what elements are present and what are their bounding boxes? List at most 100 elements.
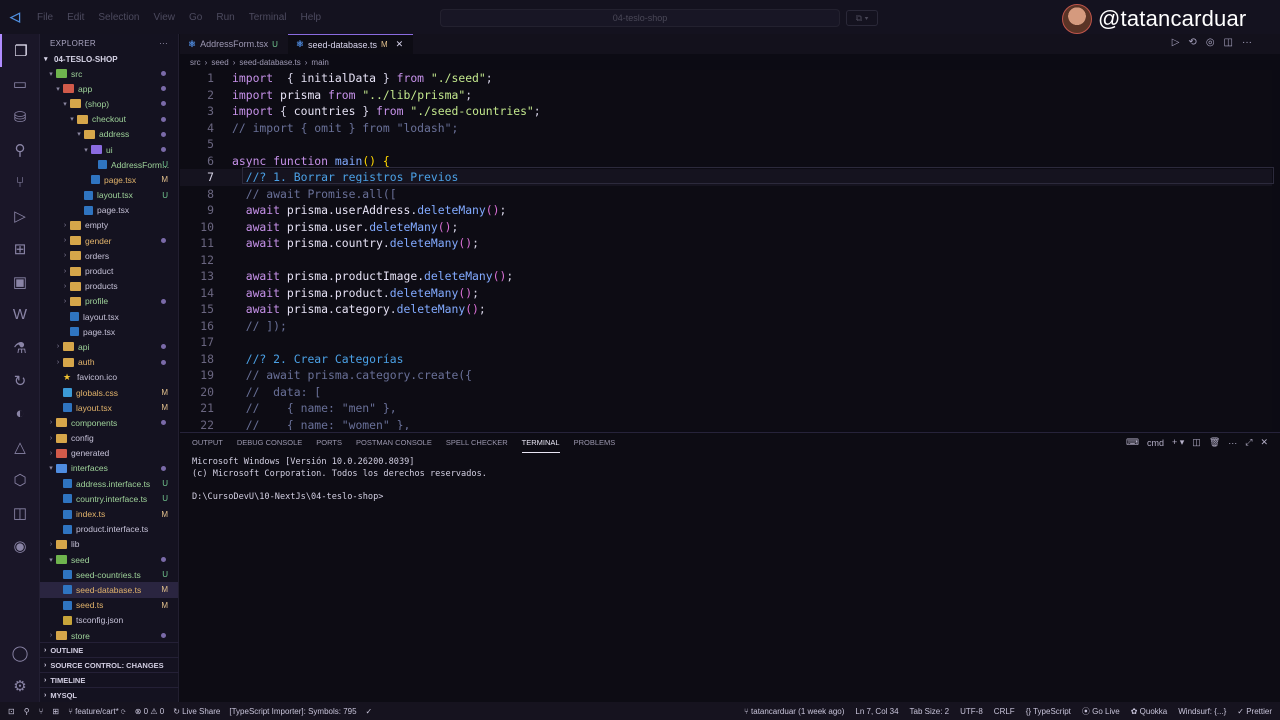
menu-item-selection[interactable]: Selection	[91, 12, 146, 23]
code-line[interactable]: 10 await prisma.user.deleteMany();	[180, 219, 1272, 236]
code-line[interactable]: 2 import prisma from "../lib/prisma";	[180, 87, 1272, 104]
tree-item[interactable]: › lib	[40, 537, 178, 552]
split-editor-icon[interactable]: ◫	[1224, 37, 1233, 48]
tree-item[interactable]: ▾ app	[40, 81, 178, 96]
tree-item[interactable]: layout.tsx	[40, 309, 178, 324]
tree-item[interactable]: › components	[40, 415, 178, 430]
tree-item[interactable]: AddressForm... U	[40, 157, 178, 172]
kill-terminal-icon[interactable]: 🗑	[1209, 437, 1220, 448]
more-actions-icon[interactable]: ···	[159, 39, 168, 48]
tree-item[interactable]: › auth	[40, 355, 178, 370]
tree-item[interactable]: ▾ address	[40, 127, 178, 142]
testing-icon[interactable]: ⚗	[0, 331, 40, 364]
compare-icon[interactable]: ◎	[1206, 37, 1215, 48]
remote-icon[interactable]: ⊡	[8, 707, 15, 716]
account-icon[interactable]: ◯	[0, 636, 40, 669]
tree-item[interactable]: layout.tsx U	[40, 188, 178, 203]
search-icon[interactable]: ⚲	[24, 707, 30, 716]
live-share-icon[interactable]: ↻	[0, 364, 40, 397]
code-line[interactable]: 22 // { name: "women" },	[180, 417, 1272, 430]
code-line[interactable]: 20 // data: [	[180, 384, 1272, 401]
tree-item[interactable]: country.interface.ts U	[40, 491, 178, 506]
tree-item[interactable]: › gender	[40, 233, 178, 248]
tree-item[interactable]: › products	[40, 279, 178, 294]
quokka[interactable]: ✿ Quokka	[1131, 707, 1168, 716]
tree-item[interactable]: › store	[40, 628, 178, 643]
tree-item[interactable]: page.tsx	[40, 324, 178, 339]
split-terminal-icon[interactable]: ◫	[1192, 437, 1201, 448]
code-line[interactable]: 1 import { initialData } from "./seed";	[180, 70, 1272, 87]
github-icon[interactable]: ◉	[0, 529, 40, 562]
database-icon[interactable]: ⛁	[0, 100, 40, 133]
copilot-chat-icon[interactable]: ◫	[0, 496, 40, 529]
section-outline[interactable]: › OUTLINE	[40, 642, 179, 657]
menu-item-go[interactable]: Go	[182, 12, 209, 23]
menu-item-edit[interactable]: Edit	[60, 12, 91, 23]
code-line[interactable]: 21 // { name: "men" },	[180, 400, 1272, 417]
tree-item[interactable]: › generated	[40, 446, 178, 461]
tab-size[interactable]: Tab Size: 2	[910, 707, 950, 716]
tree-item[interactable]: › orders	[40, 248, 178, 263]
tree-item[interactable]: tsconfig.json	[40, 613, 178, 628]
terminal-shell-label[interactable]: cmd	[1147, 438, 1164, 448]
live-share-status[interactable]: ↻ Live Share	[173, 707, 220, 716]
tree-item[interactable]: ▾ interfaces	[40, 461, 178, 476]
maximize-panel-icon[interactable]: ⤢	[1245, 437, 1252, 448]
section-timeline[interactable]: › TIMELINE	[40, 672, 179, 687]
panel-tab-output[interactable]: OUTPUT	[192, 433, 223, 453]
explorer-icon[interactable]: ❐	[0, 34, 40, 67]
terminal-output[interactable]: Microsoft Windows [Versión 10.0.26200.80…	[192, 457, 487, 503]
breadcrumb-item[interactable]: src	[190, 58, 201, 67]
tree-item[interactable]: page.tsx M	[40, 172, 178, 187]
panel-tab-ports[interactable]: PORTS	[316, 433, 342, 453]
tree-item[interactable]: ▾ src	[40, 66, 178, 81]
run-debug-icon[interactable]: ▷	[0, 199, 40, 232]
breadcrumb-item[interactable]: seed	[211, 58, 228, 67]
tree-item[interactable]: › product	[40, 263, 178, 278]
prisma-icon[interactable]: △	[0, 430, 40, 463]
copilot-icon[interactable]: ⧉ ▾	[846, 10, 878, 26]
code-line[interactable]: 17	[180, 334, 1272, 351]
search-icon[interactable]: ⚲	[0, 133, 40, 166]
panel-tab-problems[interactable]: PROBLEMS	[574, 433, 616, 453]
ts-importer-status[interactable]: [TypeScript Importer]: Symbols: 795	[229, 707, 356, 716]
tree-item[interactable]: › config	[40, 431, 178, 446]
code-line[interactable]: 8 // await Promise.all([	[180, 186, 1272, 203]
tree-item[interactable]: seed-database.ts M	[40, 582, 178, 598]
go-live[interactable]: ⦿ Go Live	[1082, 706, 1120, 717]
timeline-icon[interactable]: ⟲	[1188, 37, 1196, 48]
git-branch[interactable]: ⑂ feature/cart* ⟳	[68, 707, 126, 716]
editor-tab[interactable]: ⚛ seed-database.ts M ✕	[287, 34, 414, 54]
menu-item-file[interactable]: File	[30, 12, 60, 23]
tree-item[interactable]: layout.tsx M	[40, 400, 178, 415]
source-control-icon[interactable]: ⑂	[0, 166, 40, 199]
tree-item[interactable]: ★ favicon.ico	[40, 370, 178, 385]
code-line[interactable]: 12	[180, 252, 1272, 269]
tree-item[interactable]: seed-countries.ts U	[40, 567, 178, 582]
settings-gear-icon[interactable]: ⚙	[0, 669, 40, 702]
prettier[interactable]: ✓ Prettier	[1237, 707, 1272, 716]
git-blame[interactable]: ⑂ tatancarduar (1 week ago)	[744, 707, 844, 716]
tree-item[interactable]: page.tsx	[40, 203, 178, 218]
code-line[interactable]: 5	[180, 136, 1272, 153]
cursor-position[interactable]: Ln 7, Col 34	[855, 707, 898, 716]
panel-tab-terminal[interactable]: TERMINAL	[521, 433, 560, 453]
code-editor[interactable]: 1 import { initialData } from "./seed"; 2 i…	[180, 70, 1272, 430]
panel-tab-debug-console[interactable]: DEBUG CONSOLE	[237, 433, 302, 453]
tree-item[interactable]: product.interface.ts	[40, 522, 178, 537]
extensions-icon[interactable]: ⊞	[0, 232, 40, 265]
windsurf-icon[interactable]: W	[0, 298, 40, 331]
layout-icon[interactable]: ⊞	[52, 707, 59, 716]
tree-item[interactable]: › api	[40, 339, 178, 354]
command-center-search[interactable]: 04-teslo-shop	[440, 9, 840, 27]
tree-item[interactable]: ▾ seed	[40, 552, 178, 567]
menu-item-run[interactable]: Run	[209, 12, 241, 23]
section-source-control-changes[interactable]: › SOURCE CONTROL: CHANGES	[40, 657, 179, 672]
code-line[interactable]: 13 await prisma.productImage.deleteMany(…	[180, 268, 1272, 285]
encoding[interactable]: UTF-8	[960, 707, 983, 716]
tree-item[interactable]: seed.ts M	[40, 598, 178, 613]
code-line[interactable]: 3 import { countries } from "./seed-count…	[180, 103, 1272, 120]
docker-icon[interactable]: ⬡	[0, 463, 40, 496]
panel-tab-spell-checker[interactable]: SPELL CHECKER	[446, 433, 508, 453]
tree-item[interactable]: › profile	[40, 294, 178, 309]
